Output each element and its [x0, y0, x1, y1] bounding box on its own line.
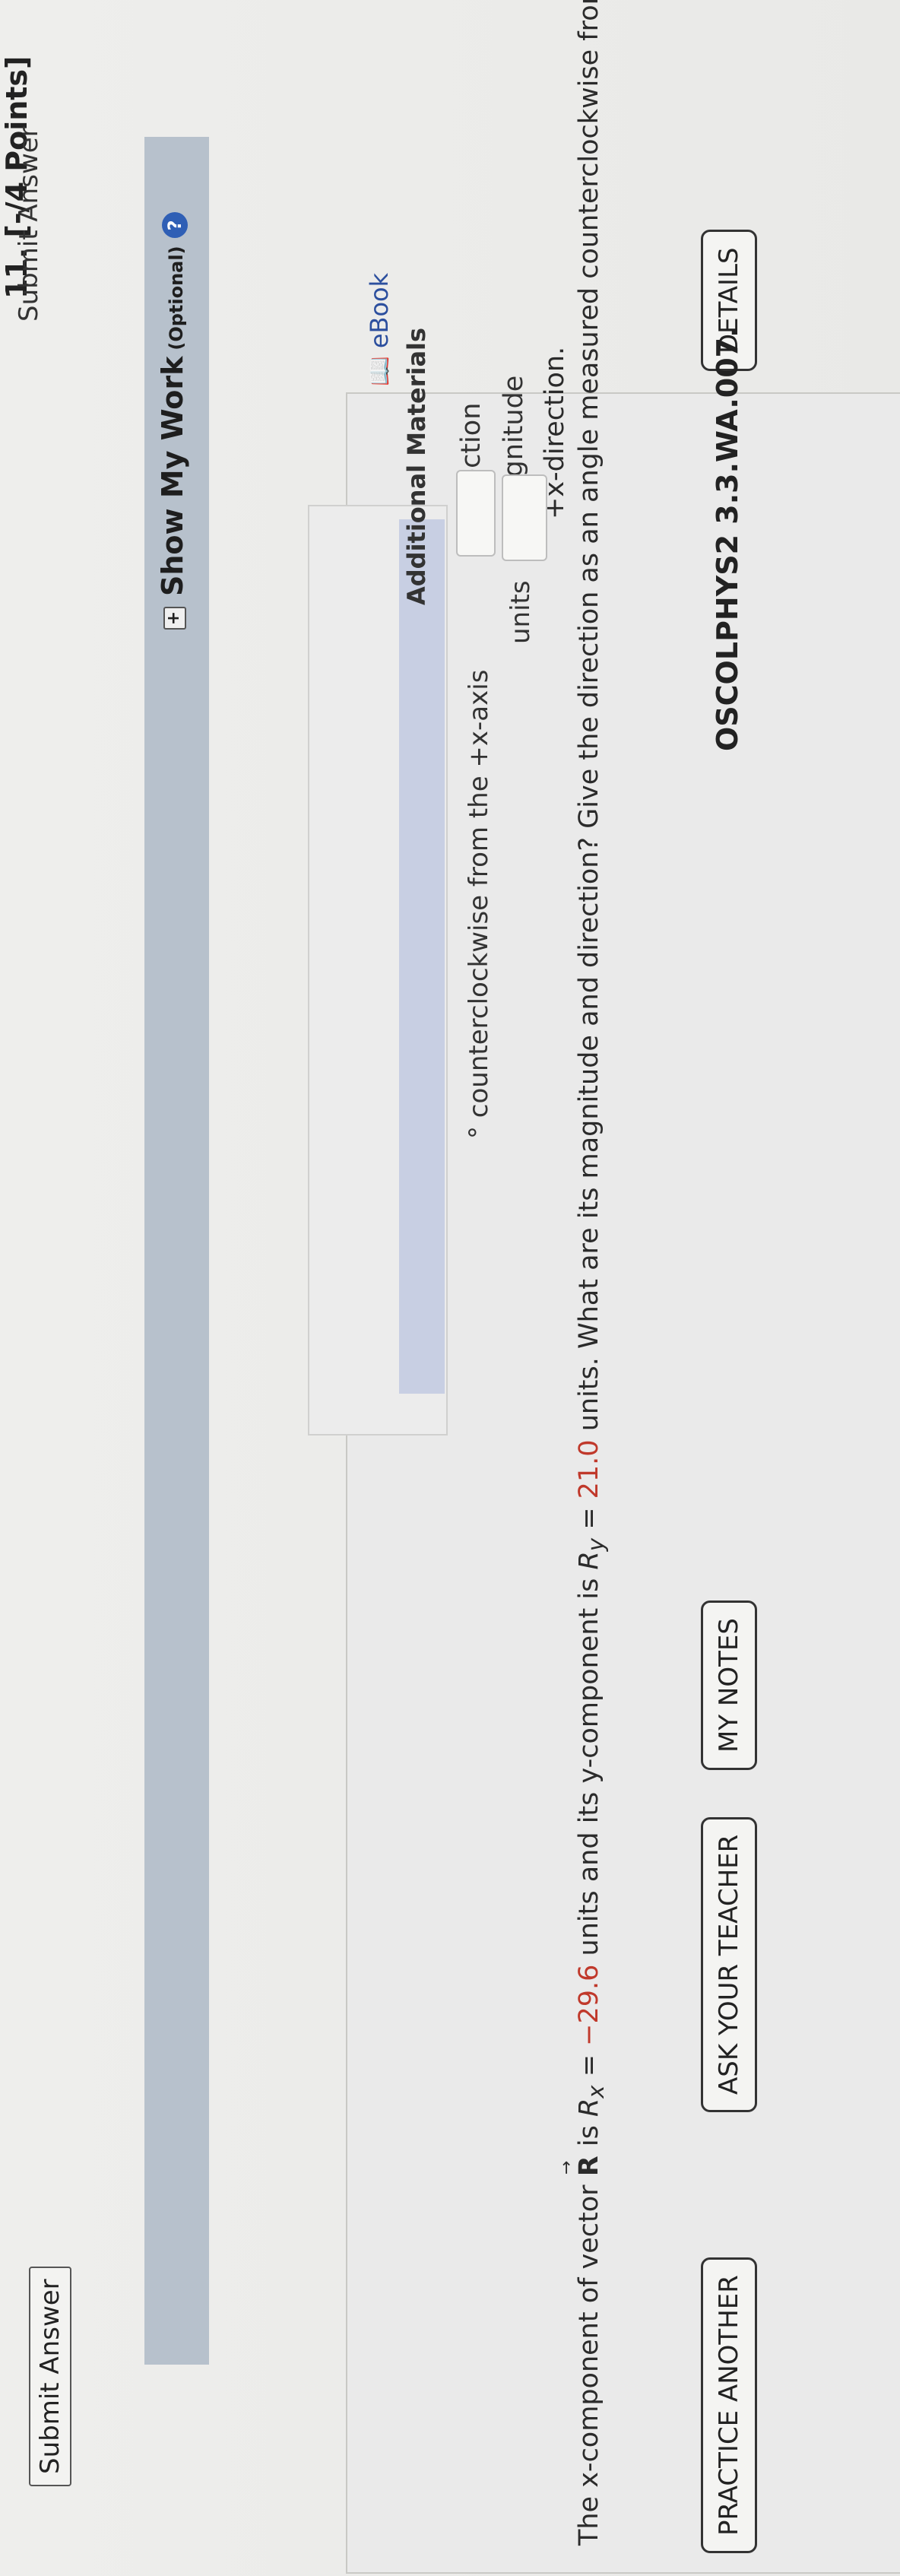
ebook-label: eBook [365, 272, 394, 349]
my-notes-button[interactable]: MY NOTES [701, 1600, 757, 1770]
show-my-work-label: Show My Work [156, 356, 189, 596]
problem-id: OSCOLPHYS2 3.3.WA.007. [711, 326, 744, 751]
ask-your-teacher-button[interactable]: ASK YOUR TEACHER [701, 1816, 757, 2112]
rx-symbol: Rx [574, 2085, 609, 2118]
show-my-work-optional: (Optional) [166, 246, 187, 351]
additional-materials-header [399, 519, 445, 1394]
show-my-work-toggle[interactable]: + Show My Work (Optional)? [156, 212, 189, 630]
practice-another-button[interactable]: PRACTICE ANOTHER [701, 2257, 757, 2553]
rotated-page: Submit Answer 11. [-/4 Points] DETAILS O… [0, 0, 900, 2576]
question-text-part3: units. What are its magnitude and direct… [574, 0, 604, 1432]
vector-symbol: R → [557, 2156, 604, 2177]
ry-value: 21.0 [574, 1439, 604, 1499]
plus-icon[interactable]: + [163, 607, 186, 630]
question-text-part1: The x-component of vector [574, 2184, 604, 2546]
magnitude-units: units [505, 580, 536, 644]
magnitude-input[interactable] [502, 474, 547, 561]
ry-symbol: Ry [574, 1537, 609, 1570]
direction-suffix: ° counterclockwise from the +x-axis [464, 669, 494, 1139]
rx-value: −29.6 [574, 1964, 604, 2046]
ebook-link[interactable]: 📖 eBook [365, 273, 394, 386]
question-text-is: is [574, 2125, 604, 2147]
book-icon: 📖 [365, 356, 394, 386]
question-text-part2: units and its y-component is [574, 1578, 604, 1956]
help-icon[interactable]: ? [161, 212, 188, 239]
question-text: The x-component of vector R → is Rx = −29… [557, 0, 609, 2546]
additional-materials-title: Additional Materials [402, 327, 431, 605]
submit-answer-button[interactable]: Submit Answer [29, 2267, 71, 2486]
submit-answer-button-next[interactable]: Submit Answer [14, 126, 44, 322]
direction-input[interactable] [456, 470, 496, 557]
